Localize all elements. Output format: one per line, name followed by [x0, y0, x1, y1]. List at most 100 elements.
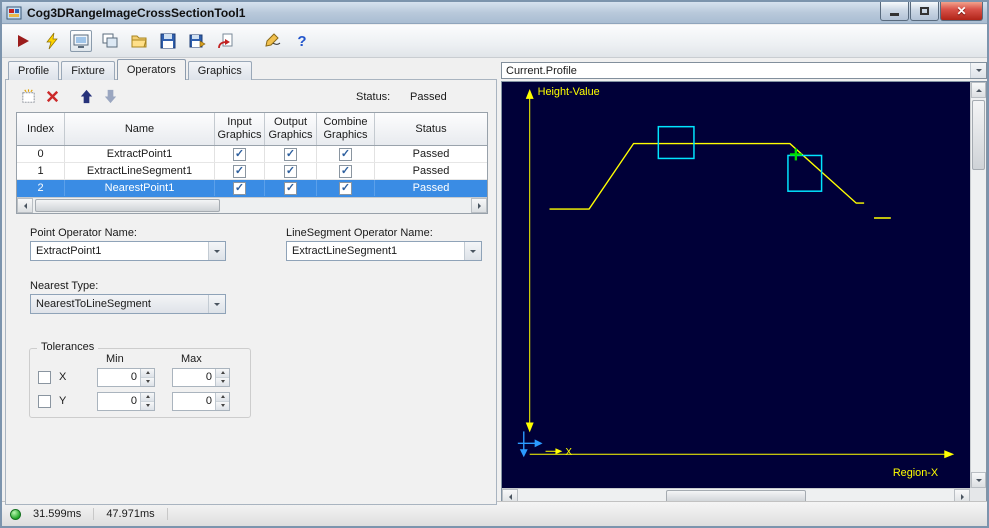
minimize-button[interactable] [880, 2, 909, 21]
maximize-button[interactable] [910, 2, 939, 21]
status-led-icon [10, 508, 21, 520]
nearest-type-value: NearestToLineSegment [36, 298, 151, 310]
total-time: 47.971ms [106, 508, 168, 520]
tolerance-min-spinner[interactable]: 0 [97, 367, 155, 387]
new-operator-icon[interactable] [18, 86, 38, 106]
operator-table-hscrollbar[interactable] [17, 197, 487, 213]
linesegment-operator-combobox[interactable]: ExtractLineSegment1 [286, 241, 482, 261]
checkbox-checked[interactable]: ✓ [339, 164, 352, 178]
tolerance-checkbox[interactable] [38, 370, 51, 384]
spinner-value: 0 [130, 394, 137, 407]
column-header[interactable]: Combine Graphics [317, 113, 375, 145]
checkbox-checked[interactable]: ✓ [339, 181, 352, 195]
tolerances-title: Tolerances [37, 341, 99, 353]
svg-text:Region-X: Region-X [893, 467, 939, 479]
pen-settings-icon[interactable] [262, 30, 284, 52]
spin-up-icon[interactable] [216, 368, 229, 378]
close-button[interactable]: ✕ [940, 2, 983, 21]
operator-table-header: Index Name Input Graphics Output Graphics Co… [17, 113, 487, 146]
move-up-icon[interactable] [76, 86, 96, 106]
cell-status: Passed [412, 182, 450, 194]
nearest-type-combobox[interactable]: NearestToLineSegment [30, 294, 226, 314]
checkbox-checked[interactable]: ✓ [233, 147, 246, 161]
tolerance-axis-label: X [59, 371, 67, 383]
delete-operator-icon[interactable] [42, 86, 62, 106]
profile-plot[interactable]: Height-Value Region-X X [502, 82, 970, 488]
checkbox-checked[interactable]: ✓ [284, 147, 297, 161]
scrollbar-thumb[interactable] [972, 100, 985, 170]
column-header[interactable]: Name [65, 113, 215, 145]
table-row[interactable]: 1 ExtractLineSegment1 ✓ ✓ ✓ Passed [17, 163, 487, 180]
save-as-icon[interactable] [186, 30, 208, 52]
titlebar[interactable]: Cog3DRangeImageCrossSectionTool1 ✕ [2, 2, 987, 24]
execution-time: 31.599ms [33, 508, 95, 520]
operator-table-body: 0 ExtractPoint1 ✓ ✓ ✓ Passed 1 ExtractLineSegme… [17, 146, 487, 197]
spin-up-icon[interactable] [141, 368, 154, 378]
result-display-icon[interactable] [70, 30, 92, 52]
scrollbar-track[interactable] [33, 198, 471, 213]
save-file-icon[interactable] [157, 30, 179, 52]
profile-vscrollbar[interactable] [970, 82, 986, 488]
spin-down-icon[interactable] [216, 377, 229, 386]
table-row[interactable]: 2 NearestPoint1 ✓ ✓ ✓ Passed [17, 180, 487, 197]
tab-graphics[interactable]: Graphics [187, 61, 252, 80]
tab-profile[interactable]: Profile [8, 61, 60, 80]
help-icon[interactable]: ? [291, 30, 313, 52]
tolerance-max-spinner[interactable]: 0 [172, 391, 230, 411]
scroll-left-button[interactable] [17, 198, 33, 213]
caption-buttons: ✕ [879, 2, 983, 23]
cell-name: ExtractPoint1 [65, 146, 215, 162]
scrollbar-thumb[interactable] [35, 199, 220, 212]
import-icon[interactable] [215, 30, 237, 52]
spin-down-icon[interactable] [141, 401, 154, 410]
scroll-down-button[interactable] [971, 472, 986, 488]
chevron-down-icon[interactable] [464, 242, 481, 260]
spin-up-icon[interactable] [216, 392, 229, 402]
spin-down-icon[interactable] [141, 377, 154, 386]
run-icon[interactable] [12, 30, 34, 52]
spinner-value: 0 [205, 370, 212, 383]
checkbox-checked[interactable]: ✓ [339, 147, 352, 161]
column-header[interactable]: Status [375, 113, 487, 145]
scroll-right-button[interactable] [471, 198, 487, 213]
output-graphics-cell: ✓ [265, 163, 317, 179]
main-toolbar: ? [2, 25, 987, 58]
status-label: Status: [356, 91, 391, 103]
checkbox-checked[interactable]: ✓ [284, 164, 297, 178]
tab-fixture[interactable]: Fixture [61, 61, 115, 80]
profile-source-value: Current.Profile [506, 64, 577, 77]
cell-status: Passed [412, 165, 450, 177]
point-operator-combobox[interactable]: ExtractPoint1 [30, 241, 226, 261]
tolerance-min-spinner[interactable]: 0 [97, 391, 155, 411]
cell-name: ExtractLineSegment1 [65, 163, 215, 179]
input-graphics-cell: ✓ [215, 146, 265, 162]
scrollbar-track[interactable] [971, 98, 986, 472]
move-down-icon[interactable] [100, 86, 120, 106]
nearest-type-label: Nearest Type: [30, 280, 99, 292]
column-header[interactable]: Index [17, 113, 65, 145]
checkbox-checked[interactable]: ✓ [284, 181, 297, 195]
tab-operators[interactable]: Operators [116, 59, 186, 80]
combine-graphics-cell: ✓ [317, 180, 375, 196]
chevron-down-icon[interactable] [970, 63, 986, 78]
operators-tab-page: Status: Passed Index Name Input Graphics Ou… [5, 79, 497, 505]
tolerance-checkbox[interactable] [38, 394, 51, 408]
tolerance-max-spinner[interactable]: 0 [172, 367, 230, 387]
column-header[interactable]: Input Graphics [215, 113, 265, 145]
spin-up-icon[interactable] [141, 392, 154, 402]
table-row[interactable]: 0 ExtractPoint1 ✓ ✓ ✓ Passed [17, 146, 487, 163]
chevron-down-icon[interactable] [208, 242, 225, 260]
checkbox-checked[interactable]: ✓ [233, 181, 246, 195]
electric-icon[interactable] [41, 30, 63, 52]
profile-source-combobox[interactable]: Current.Profile [501, 62, 987, 79]
open-file-icon[interactable] [128, 30, 150, 52]
copy-windows-icon[interactable] [99, 30, 121, 52]
spin-down-icon[interactable] [216, 401, 229, 410]
column-header[interactable]: Output Graphics [265, 113, 317, 145]
scroll-up-button[interactable] [971, 82, 986, 98]
svg-text:?: ? [297, 33, 306, 50]
chevron-down-icon[interactable] [208, 295, 225, 313]
cell-index: 1 [17, 163, 65, 179]
checkbox-checked[interactable]: ✓ [233, 164, 246, 178]
svg-text:X: X [565, 447, 572, 458]
